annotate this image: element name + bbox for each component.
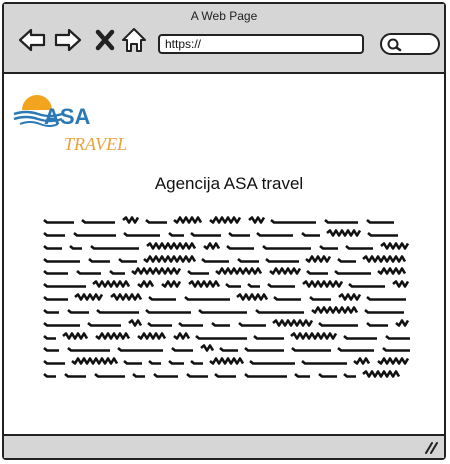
forward-arrow-icon[interactable]: [54, 26, 82, 54]
page-heading: Agencija ASA travel: [154, 174, 304, 193]
scribble-text-line: [43, 229, 398, 237]
home-icon[interactable]: [120, 26, 148, 54]
status-bar: [4, 434, 444, 458]
scribble-text-line: [43, 293, 406, 301]
asa-travel-logo: ASA TRAVEL: [13, 95, 127, 154]
scribble-text-line: [43, 267, 407, 276]
close-x-icon[interactable]: [92, 26, 120, 54]
page-content: ASA TRAVEL Agencija ASA travel: [4, 74, 444, 440]
back-arrow-icon[interactable]: [18, 26, 46, 54]
browser-toolbar: A Web Page https://: [4, 4, 444, 74]
placeholder-paragraph: [42, 214, 414, 381]
logo-travel-text: TRAVEL: [64, 134, 127, 154]
scribble-text-line: [43, 370, 401, 378]
logo-asa-text: ASA: [44, 104, 91, 129]
scribble-text-line: [43, 280, 410, 289]
resize-grip-icon[interactable]: [422, 440, 438, 454]
scribble-text-line: [43, 331, 410, 340]
scribble-text-line: [43, 318, 410, 327]
browser-window: A Web Page https:// ASA TRAVEL Agencija …: [2, 2, 446, 460]
scribble-text-line: [43, 344, 410, 353]
scribble-text-line: [43, 254, 407, 263]
search-icon: [387, 38, 402, 52]
scribble-text-line: [43, 357, 410, 366]
window-title: A Web Page: [190, 9, 258, 23]
search-field[interactable]: [380, 33, 440, 55]
scribble-text-line: [43, 241, 410, 250]
address-bar[interactable]: https://: [158, 34, 364, 54]
scribble-text-line: [43, 306, 404, 314]
scribble-text-line: [43, 216, 394, 224]
